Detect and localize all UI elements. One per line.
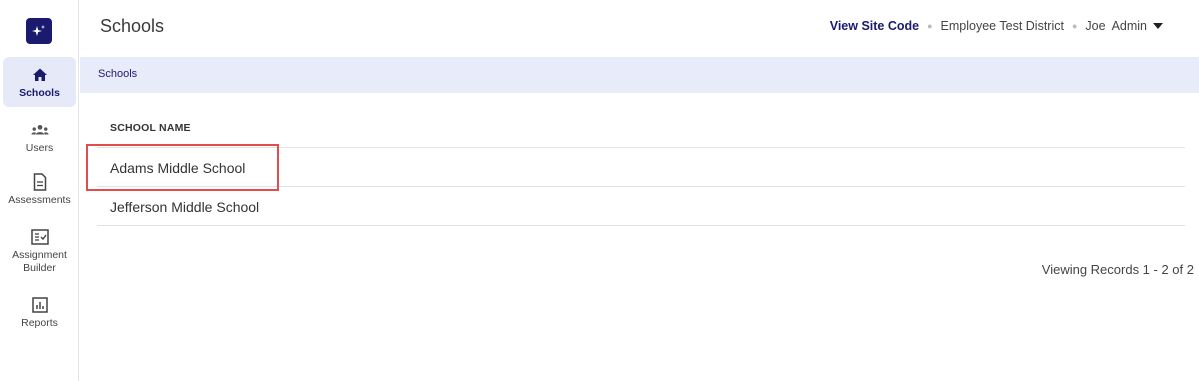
selection-highlight <box>86 144 279 191</box>
document-icon <box>31 173 49 191</box>
page-title: Schools <box>100 16 165 36</box>
sidebar-item-label: Assessments <box>8 194 71 206</box>
sidebar-item-label: Schools <box>19 87 60 99</box>
sidebar-item-assignment-builder[interactable]: Assignment Builder <box>3 228 76 275</box>
sidebar-item-label: Assignment Builder <box>12 249 67 274</box>
sidebar: Schools Users Assessments Assignment Bui… <box>0 0 79 381</box>
column-header-school-name[interactable]: SCHOOL NAME <box>97 108 1185 148</box>
sidebar-item-label: Reports <box>21 317 58 329</box>
sparkle-icon <box>32 25 45 36</box>
view-site-code-link[interactable]: View Site Code <box>830 19 919 33</box>
caret-down-icon <box>1153 23 1163 29</box>
sidebar-item-assessments[interactable]: Assessments <box>3 173 76 207</box>
user-menu[interactable]: Joe Admin <box>1085 19 1163 33</box>
breadcrumb-item-schools[interactable]: Schools <box>98 68 137 80</box>
breadcrumb: Schools <box>80 57 1199 93</box>
user-role: Admin <box>1111 19 1147 33</box>
separator-dot: ● <box>927 21 933 31</box>
records-count: Viewing Records 1 - 2 of 2 <box>1041 262 1194 277</box>
sidebar-item-users[interactable]: Users <box>3 121 76 155</box>
users-icon <box>30 121 49 139</box>
separator-dot: ● <box>1071 21 1078 31</box>
district-name: Employee Test District <box>940 19 1064 33</box>
checklist-icon <box>30 228 49 246</box>
sidebar-item-label: Users <box>25 142 54 154</box>
sidebar-item-reports[interactable]: Reports <box>3 296 76 330</box>
table-row[interactable]: Jefferson Middle School <box>97 187 1185 226</box>
bar-chart-icon <box>31 296 49 314</box>
sidebar-item-schools[interactable]: Schools <box>3 57 76 107</box>
home-icon <box>31 66 49 84</box>
user-first-name: Joe <box>1085 19 1106 33</box>
header-actions: View Site Code ● Employee Test District … <box>830 19 1163 33</box>
app-logo[interactable] <box>26 18 52 44</box>
school-name[interactable]: Jefferson Middle School <box>110 199 259 215</box>
